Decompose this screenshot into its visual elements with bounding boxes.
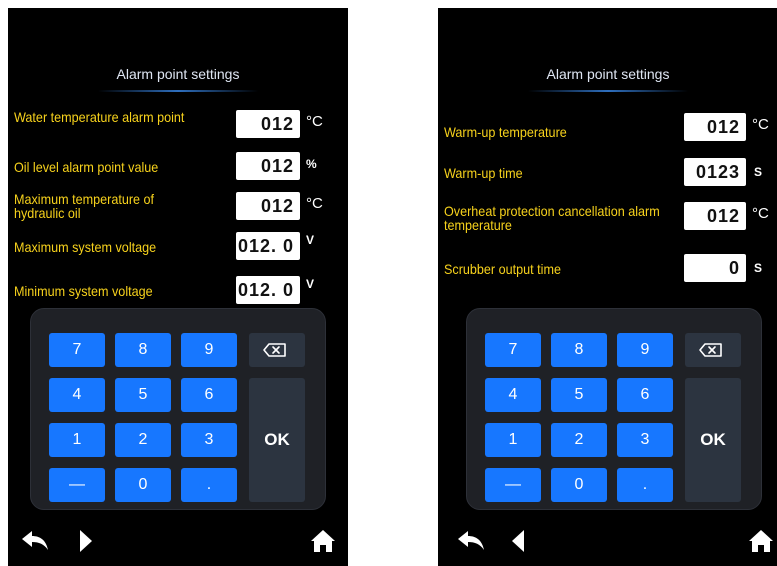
value-field[interactable]: 012. 0 (236, 232, 300, 260)
key-7[interactable]: 7 (485, 333, 541, 367)
unit-label: S (754, 165, 763, 179)
ok-button[interactable]: OK (249, 378, 305, 502)
setting-label: Warm-up time (444, 165, 523, 181)
unit-label: °C (306, 195, 323, 212)
title-underline (528, 90, 688, 92)
right-screen: Alarm point settings Warm-up temperature… (438, 8, 777, 566)
numeric-keypad: 7 8 9 4 5 6 1 2 3 — 0 . OK (466, 308, 762, 510)
left-screen: Alarm point settings Water temperature a… (8, 8, 348, 566)
unit-label: V (306, 233, 315, 247)
key-2[interactable]: 2 (115, 423, 171, 457)
key-9[interactable]: 9 (617, 333, 673, 367)
setting-row: Minimum system voltage 012. 0 V (8, 274, 348, 308)
unit-label: °C (752, 205, 769, 222)
key-5[interactable]: 5 (551, 378, 607, 412)
backspace-button[interactable] (249, 333, 305, 367)
numeric-keypad: 7 8 9 4 5 6 1 2 3 — 0 . OK (30, 308, 326, 510)
unit-label: V (306, 277, 315, 291)
unit-label: S (754, 261, 763, 275)
setting-row: Maximum temperature of hydraulic oil 012… (8, 190, 348, 224)
value-field[interactable]: 012 (684, 202, 746, 230)
ok-button[interactable]: OK (685, 378, 741, 502)
setting-label: Overheat protection cancellation alarm t… (444, 203, 660, 233)
home-icon[interactable] (748, 528, 774, 559)
key-dot[interactable]: . (617, 468, 673, 502)
key-minus[interactable]: — (485, 468, 541, 502)
back-arrow-icon[interactable] (456, 528, 486, 559)
key-0[interactable]: 0 (551, 468, 607, 502)
key-6[interactable]: 6 (181, 378, 237, 412)
value-field[interactable]: 012 (684, 113, 746, 141)
setting-row: Overheat protection cancellation alarm t… (438, 200, 777, 234)
setting-row: Water temperature alarm point 012 °C (8, 108, 348, 142)
page-title: Alarm point settings (116, 66, 240, 82)
value-field[interactable]: 012. 0 (236, 276, 300, 304)
key-8[interactable]: 8 (551, 333, 607, 367)
key-9[interactable]: 9 (181, 333, 237, 367)
setting-row: Scrubber output time 0 S (438, 252, 777, 286)
back-triangle-icon[interactable] (510, 528, 526, 559)
setting-label: Warm-up temperature (444, 124, 567, 140)
key-dot[interactable]: . (181, 468, 237, 502)
setting-label: Oil level alarm point value (14, 159, 159, 175)
setting-label: Maximum temperature of hydraulic oil (14, 191, 155, 221)
setting-row: Warm-up time 0123 S (438, 156, 777, 190)
setting-row: Oil level alarm point value 012 % (8, 150, 348, 184)
value-field[interactable]: 012 (236, 110, 300, 138)
key-3[interactable]: 3 (181, 423, 237, 457)
key-7[interactable]: 7 (49, 333, 105, 367)
key-1[interactable]: 1 (485, 423, 541, 457)
key-minus[interactable]: — (49, 468, 105, 502)
backspace-icon (263, 343, 286, 357)
key-4[interactable]: 4 (49, 378, 105, 412)
value-field[interactable]: 0 (684, 254, 746, 282)
setting-label: Maximum system voltage (14, 239, 157, 255)
value-field[interactable]: 012 (236, 192, 300, 220)
unit-label: % (306, 157, 317, 171)
setting-label: Scrubber output time (444, 261, 561, 277)
back-arrow-icon[interactable] (20, 528, 50, 559)
backspace-button[interactable] (685, 333, 741, 367)
setting-label: Water temperature alarm point (14, 109, 185, 125)
setting-row: Warm-up temperature 012 °C (438, 111, 777, 145)
value-field[interactable]: 0123 (684, 158, 746, 186)
key-4[interactable]: 4 (485, 378, 541, 412)
page-title: Alarm point settings (546, 66, 670, 82)
key-3[interactable]: 3 (617, 423, 673, 457)
unit-label: °C (752, 116, 769, 133)
title-underline (98, 90, 258, 92)
key-8[interactable]: 8 (115, 333, 171, 367)
unit-label: °C (306, 113, 323, 130)
key-2[interactable]: 2 (551, 423, 607, 457)
key-6[interactable]: 6 (617, 378, 673, 412)
backspace-icon (699, 343, 722, 357)
forward-triangle-icon[interactable] (78, 528, 94, 559)
setting-row: Maximum system voltage 012. 0 V (8, 230, 348, 264)
key-5[interactable]: 5 (115, 378, 171, 412)
setting-label: Minimum system voltage (14, 283, 153, 299)
home-icon[interactable] (310, 528, 336, 559)
value-field[interactable]: 012 (236, 152, 300, 180)
key-1[interactable]: 1 (49, 423, 105, 457)
key-0[interactable]: 0 (115, 468, 171, 502)
